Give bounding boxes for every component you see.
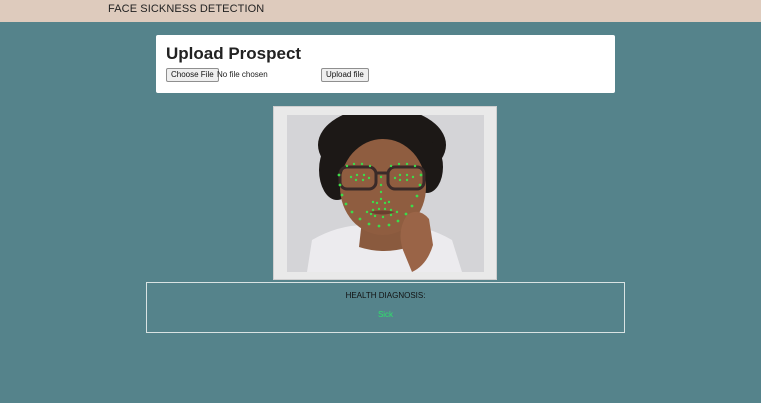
brand-title[interactable]: FACE SICKNESS DETECTION: [108, 3, 264, 15]
upload-title: Upload Prospect: [166, 44, 302, 63]
choose-file-button[interactable]: Choose File: [166, 68, 219, 82]
top-navbar: FACE SICKNESS DETECTION: [0, 0, 761, 22]
face-photo: [287, 115, 484, 272]
diagnosis-box: HEALTH DIAGNOSIS: Sick: [146, 282, 625, 333]
upload-card: Upload Prospect Choose File No file chos…: [156, 35, 615, 93]
diagnosis-label: HEALTH DIAGNOSIS:: [345, 291, 426, 300]
face-landmark-image: [287, 115, 484, 272]
file-status-text: No file chosen: [217, 70, 268, 79]
result-image-frame: [273, 106, 497, 280]
diagnosis-value: Sick: [377, 310, 394, 319]
upload-file-button[interactable]: Upload file: [321, 68, 369, 82]
